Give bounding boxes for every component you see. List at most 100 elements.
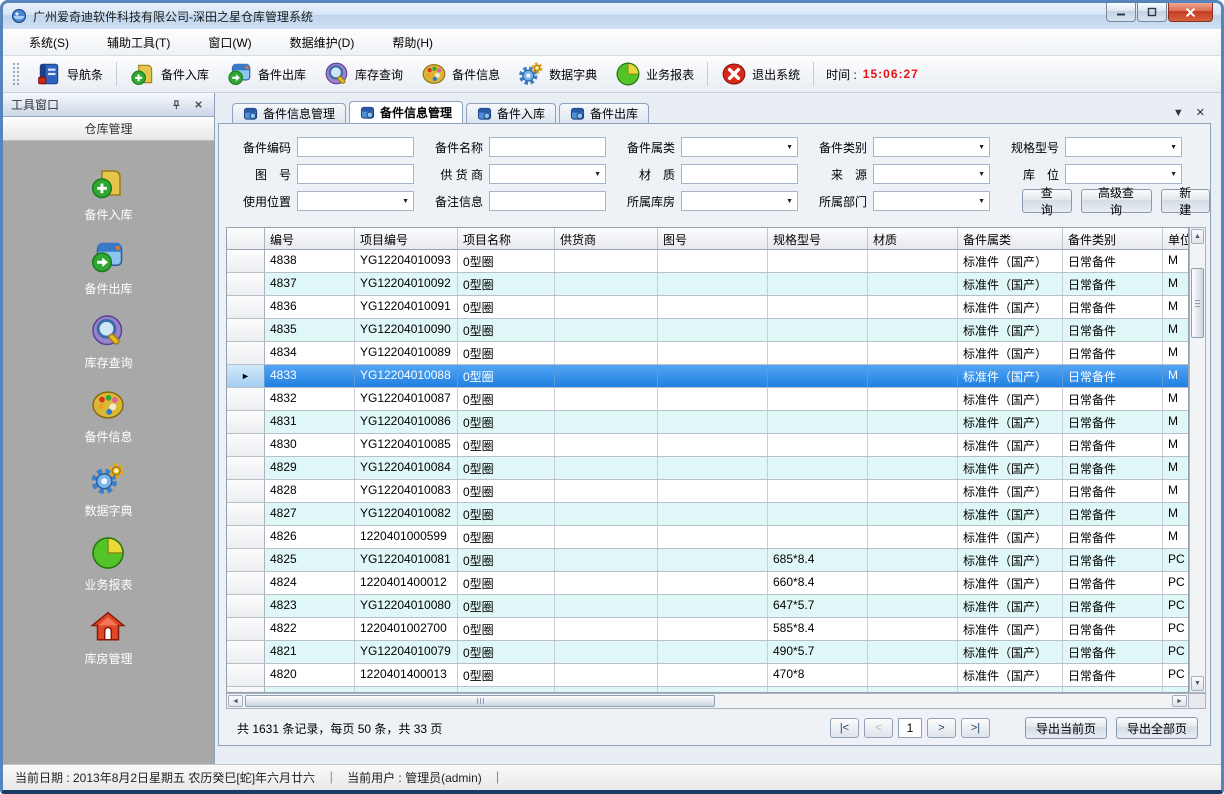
stock-query-button[interactable]: 库存查询 [315, 58, 412, 90]
close-button[interactable] [1168, 3, 1213, 22]
table-row[interactable]: 4834YG122040100890型圈标准件（国产）日常备件M [227, 342, 1188, 365]
row-selector[interactable] [227, 457, 265, 479]
maximize-button[interactable] [1137, 3, 1167, 22]
sidebar-group-header[interactable]: 仓库管理 [3, 117, 214, 141]
table-row[interactable]: 4838YG122040100930型圈标准件（国产）日常备件M [227, 250, 1188, 273]
use-position-select[interactable]: ▼ [297, 191, 414, 211]
table-row[interactable]: 4836YG122040100910型圈标准件（国产）日常备件M [227, 296, 1188, 319]
advanced-query-button[interactable]: 高级查询 [1081, 189, 1152, 213]
table-row[interactable]: 482412204014000120型圈660*8.4标准件（国产）日常备件PC [227, 572, 1188, 595]
row-selector[interactable] [227, 549, 265, 571]
row-selector[interactable] [227, 618, 265, 640]
horizontal-scrollbar[interactable]: ◄ ► [226, 693, 1189, 709]
navbar-button[interactable]: 导航条 [27, 58, 112, 90]
last-page-button[interactable]: >| [961, 718, 990, 738]
table-row[interactable]: 482612204010005990型圈标准件（国产）日常备件M [227, 526, 1188, 549]
row-selector[interactable] [227, 296, 265, 318]
column-header-2[interactable]: 项目编号 [355, 228, 458, 249]
remark-input[interactable] [489, 191, 606, 211]
row-selector[interactable] [227, 641, 265, 663]
minimize-button[interactable] [1106, 3, 1136, 22]
row-selector[interactable] [227, 273, 265, 295]
column-header-9[interactable]: 备件类别 [1063, 228, 1163, 249]
row-selector[interactable] [227, 319, 265, 341]
table-row[interactable]: 482212204010027000型圈585*8.4标准件（国产）日常备件PC [227, 618, 1188, 641]
sidebar-item-warehouse[interactable]: 库房管理 [84, 609, 132, 667]
column-header-6[interactable]: 规格型号 [768, 228, 868, 249]
sidebar-item-spare-info[interactable]: 备件信息 [84, 387, 132, 445]
toolbar-grip[interactable] [13, 63, 19, 85]
tab-spare-info-management-1[interactable]: 备件信息管理 [232, 103, 346, 123]
sidebar-item-report[interactable]: 业务报表 [84, 535, 132, 593]
tool-window-close-button[interactable] [190, 97, 206, 113]
column-header-4[interactable]: 供货商 [555, 228, 658, 249]
titlebar[interactable]: 广州爱奇迪软件科技有限公司-深田之星仓库管理系统 [3, 3, 1221, 29]
row-selector[interactable] [227, 434, 265, 456]
next-page-button[interactable]: > [927, 718, 956, 738]
first-page-button[interactable]: |< [830, 718, 859, 738]
row-selector[interactable] [227, 526, 265, 548]
sidebar-item-spare-out[interactable]: 备件出库 [84, 239, 132, 297]
column-header-7[interactable]: 材质 [868, 228, 958, 249]
table-row[interactable]: 4837YG122040100920型圈标准件（国产）日常备件M [227, 273, 1188, 296]
current-page-input[interactable]: 1 [898, 718, 922, 738]
new-button[interactable]: 新建 [1161, 189, 1211, 213]
vertical-scrollbar-thumb[interactable] [1191, 268, 1204, 338]
column-header-5[interactable]: 图号 [658, 228, 768, 249]
drawing-no-input[interactable] [297, 164, 414, 184]
table-row[interactable]: 4830YG122040100850型圈标准件（国产）日常备件M [227, 434, 1188, 457]
scroll-down-icon[interactable]: ▼ [1191, 676, 1204, 691]
menu-item-2[interactable]: 窗口(W) [204, 32, 255, 53]
column-header-10[interactable]: 单位 [1163, 228, 1189, 249]
prev-page-button[interactable]: < [864, 718, 893, 738]
menu-item-1[interactable]: 辅助工具(T) [103, 32, 174, 53]
menu-item-0[interactable]: 系统(S) [25, 32, 73, 53]
export-all-pages-button[interactable]: 导出全部页 [1116, 717, 1198, 739]
row-selector[interactable] [227, 388, 265, 410]
source-select[interactable]: ▼ [873, 164, 990, 184]
table-row[interactable]: 4832YG122040100870型圈标准件（国产）日常备件M [227, 388, 1188, 411]
tab-close-button[interactable]: ✕ [1196, 106, 1205, 119]
tab-spare-in[interactable]: 备件入库 [466, 103, 556, 123]
spare-in-button[interactable]: 备件入库 [121, 58, 218, 90]
vertical-scrollbar[interactable]: ▲ ▼ [1189, 227, 1206, 693]
table-row[interactable]: 4827YG122040100820型圈标准件（国产）日常备件M [227, 503, 1188, 526]
report-button[interactable]: 业务报表 [606, 58, 703, 90]
tab-spare-out[interactable]: 备件出库 [559, 103, 649, 123]
table-row[interactable]: 482012204014000130型圈470*8标准件（国产）日常备件PC [227, 664, 1188, 687]
sidebar-item-data-dict[interactable]: 数据字典 [84, 461, 132, 519]
spec-model-select[interactable]: ▼ [1065, 137, 1182, 157]
row-selector[interactable] [227, 503, 265, 525]
row-selector[interactable] [227, 572, 265, 594]
sidebar-item-stock-query[interactable]: 库存查询 [84, 313, 132, 371]
department-select[interactable]: ▼ [873, 191, 990, 211]
spare-info-button[interactable]: 备件信息 [412, 58, 509, 90]
table-row[interactable]: 4829YG122040100840型圈标准件（国产）日常备件M [227, 457, 1188, 480]
spare-out-button[interactable]: 备件出库 [218, 58, 315, 90]
column-header-1[interactable]: 编号 [265, 228, 355, 249]
menu-item-3[interactable]: 数据维护(D) [286, 32, 359, 53]
table-row[interactable]: 4821YG122040100790型圈490*5.7标准件（国产）日常备件PC [227, 641, 1188, 664]
stock-location-select[interactable]: ▼ [1065, 164, 1182, 184]
row-selector[interactable] [227, 411, 265, 433]
column-header-3[interactable]: 项目名称 [458, 228, 555, 249]
warehouse-select[interactable]: ▼ [681, 191, 798, 211]
column-header-8[interactable]: 备件属类 [958, 228, 1063, 249]
table-row[interactable]: 4831YG122040100860型圈标准件（国产）日常备件M [227, 411, 1188, 434]
sidebar-item-spare-in[interactable]: 备件入库 [84, 165, 132, 223]
spare-code-input[interactable] [297, 137, 414, 157]
row-selector[interactable]: ► [227, 365, 265, 387]
pin-icon[interactable] [168, 97, 184, 113]
menu-item-4[interactable]: 帮助(H) [388, 32, 437, 53]
horizontal-scrollbar-thumb[interactable] [245, 695, 715, 707]
supplier-select[interactable]: ▼ [489, 164, 606, 184]
data-dict-button[interactable]: 数据字典 [509, 58, 606, 90]
tab-list-dropdown-icon[interactable]: ▼ [1173, 107, 1184, 119]
row-selector[interactable] [227, 480, 265, 502]
spare-name-input[interactable] [489, 137, 606, 157]
spare-class-select[interactable]: ▼ [681, 137, 798, 157]
row-selector[interactable] [227, 342, 265, 364]
query-button[interactable]: 查询 [1022, 189, 1072, 213]
scroll-left-icon[interactable]: ◄ [228, 695, 243, 707]
grid-corner-header[interactable] [227, 228, 265, 249]
